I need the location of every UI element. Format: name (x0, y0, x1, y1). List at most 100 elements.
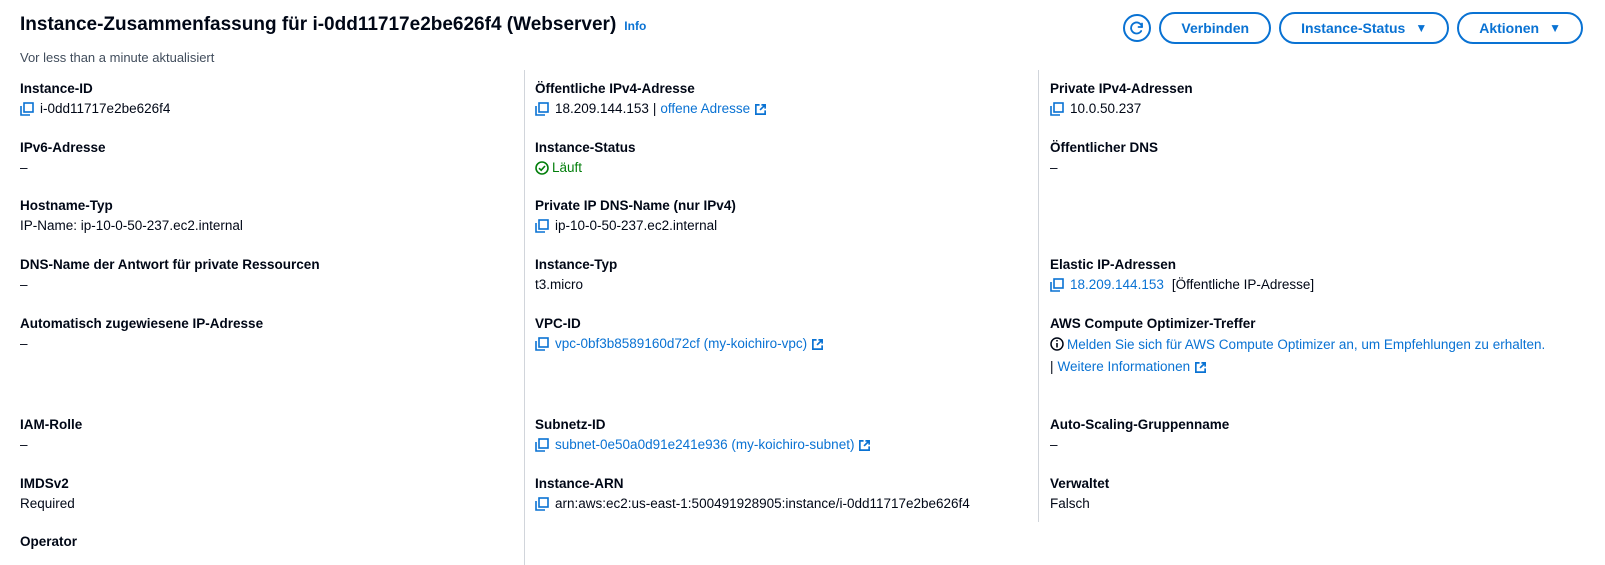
instance-summary-panel: Instance-Zusammenfassung für i-0dd11717e… (0, 0, 1605, 565)
field-label: IPv6-Adresse (20, 140, 106, 155)
field-value: 10.0.50.237 (1050, 100, 1193, 118)
info-circle-icon (1050, 337, 1064, 351)
field-asg: Auto-Scaling-Gruppenname – (1050, 416, 1229, 454)
copy-icon[interactable] (1050, 278, 1064, 292)
external-link-icon (812, 338, 824, 350)
copy-icon[interactable] (535, 438, 549, 452)
field-instance-id: Instance-ID i-0dd11717e2be626f4 (20, 80, 170, 118)
separator: | (1050, 359, 1054, 374)
private-dns-value: ip-10-0-50-237.ec2.internal (555, 218, 718, 233)
field-value: Required (20, 496, 75, 511)
field-value: Falsch (1050, 496, 1090, 511)
instance-id-value: i-0dd11717e2be626f4 (40, 101, 171, 116)
field-value: – (1050, 160, 1058, 175)
field-value: – (20, 277, 28, 292)
learn-more-link[interactable]: Weitere Informationen (1058, 358, 1191, 376)
copy-icon[interactable] (535, 219, 549, 233)
instance-state-dropdown[interactable]: Instance-Status ▼ (1279, 12, 1450, 44)
field-label: IMDSv2 (20, 476, 69, 491)
field-compute-optimizer: AWS Compute Optimizer-Treffer Melden Sie… (1050, 315, 1560, 376)
field-label: VPC-ID (535, 316, 581, 331)
field-arn: Instance-ARN arn:aws:ec2:us-east-1:50049… (535, 475, 970, 513)
refresh-icon (1130, 21, 1144, 35)
field-label: Private IP DNS-Name (nur IPv4) (535, 198, 736, 213)
subnet-link[interactable]: subnet-0e50a0d91e241e936 (my-koichiro-su… (555, 436, 854, 454)
field-instance-state: Instance-Status Läuft (535, 139, 636, 177)
actions-dropdown[interactable]: Aktionen ▼ (1457, 12, 1583, 44)
field-ipv6: IPv6-Adresse – (20, 139, 106, 177)
instance-state-value: Läuft (552, 160, 583, 175)
refresh-button[interactable] (1123, 14, 1152, 42)
field-label: Instance-Typ (535, 257, 618, 272)
field-value: 18.209.144.153 [Öffentliche IP-Adresse] (1050, 276, 1314, 294)
open-address-link[interactable]: offene Adresse (660, 100, 750, 118)
field-subnet: Subnetz-ID subnet-0e50a0d91e241e936 (my-… (535, 416, 871, 454)
copy-icon[interactable] (535, 497, 549, 511)
field-value: arn:aws:ec2:us-east-1:500491928905:insta… (535, 495, 970, 513)
field-public-ipv4: Öffentliche IPv4-Adresse 18.209.144.153 … (535, 80, 767, 118)
field-auto-ip: Automatisch zugewiesene IP-Adresse – (20, 315, 263, 353)
vpc-link[interactable]: vpc-0bf3b8589160d72cf (my-koichiro-vpc) (555, 335, 807, 353)
info-link[interactable]: Info (624, 19, 646, 33)
field-label: Elastic IP-Adressen (1050, 257, 1177, 272)
column-divider (524, 70, 525, 565)
copy-icon[interactable] (535, 102, 549, 116)
field-label: Operator (20, 534, 78, 549)
field-label: IAM-Rolle (20, 417, 83, 432)
public-ipv4-value: 18.209.144.153 (555, 101, 649, 116)
field-value: – (20, 437, 28, 452)
separator: | (652, 101, 657, 116)
copy-icon[interactable] (535, 337, 549, 351)
field-instance-type: Instance-Typ t3.micro (535, 256, 617, 294)
instance-state-label: Instance-Status (1301, 20, 1406, 36)
status-badge: Läuft (535, 159, 636, 177)
field-value: i-0dd11717e2be626f4 (20, 100, 170, 118)
check-circle-icon (535, 161, 549, 175)
field-value: t3.micro (535, 277, 584, 292)
column-divider (1038, 70, 1039, 522)
field-label: Auto-Scaling-Gruppenname (1050, 417, 1230, 432)
field-value: ip-10-0-50-237.ec2.internal (535, 217, 736, 235)
field-label: Verwaltet (1050, 476, 1110, 491)
field-operator: Operator (20, 533, 77, 551)
field-label: Hostname-Typ (20, 198, 113, 213)
field-value: vpc-0bf3b8589160d72cf (my-koichiro-vpc) (535, 335, 824, 353)
field-value: – (1050, 437, 1058, 452)
field-value: | Weitere Informationen (1050, 358, 1560, 376)
field-label: Öffentliche IPv4-Adresse (535, 81, 695, 96)
field-label: Instance-ARN (535, 476, 624, 491)
field-value: subnet-0e50a0d91e241e936 (my-koichiro-su… (535, 436, 871, 454)
field-managed: Verwaltet Falsch (1050, 475, 1109, 513)
field-label: Instance-ID (20, 81, 93, 96)
field-dns-answer: DNS-Name der Antwort für private Ressour… (20, 256, 320, 294)
optimizer-optin-text: Melden Sie sich für AWS Compute Optimize… (1067, 337, 1546, 352)
external-link-icon (755, 103, 767, 115)
title-row: Instance-Zusammenfassung für i-0dd11717e… (20, 14, 646, 36)
external-link-icon (859, 439, 871, 451)
field-label: Automatisch zugewiesene IP-Adresse (20, 316, 264, 331)
page-title: Instance-Zusammenfassung für i-0dd11717e… (20, 14, 617, 35)
field-label: Instance-Status (535, 140, 636, 155)
copy-icon[interactable] (1050, 102, 1064, 116)
optimizer-optin-link[interactable]: Melden Sie sich für AWS Compute Optimize… (1050, 335, 1560, 354)
arn-value: arn:aws:ec2:us-east-1:500491928905:insta… (555, 496, 970, 511)
field-hostname-type: Hostname-Typ IP-Name: ip-10-0-50-237.ec2… (20, 197, 243, 235)
field-value: – (20, 160, 28, 175)
header-actions: Verbinden Instance-Status ▼ Aktionen ▼ (1123, 12, 1583, 44)
caret-down-icon: ▼ (1415, 21, 1428, 35)
field-value: – (20, 336, 28, 351)
field-private-ipv4: Private IPv4-Adressen 10.0.50.237 (1050, 80, 1193, 118)
field-label: Öffentlicher DNS (1050, 140, 1159, 155)
field-label: AWS Compute Optimizer-Treffer (1050, 316, 1256, 331)
field-elastic-ip: Elastic IP-Adressen 18.209.144.153 [Öffe… (1050, 256, 1314, 294)
field-value: IP-Name: ip-10-0-50-237.ec2.internal (20, 218, 243, 233)
elastic-ip-type: [Öffentliche IP-Adresse] (1171, 277, 1315, 292)
connect-label: Verbinden (1181, 20, 1250, 36)
elastic-ip-link[interactable]: 18.209.144.153 (1070, 276, 1164, 294)
copy-icon[interactable] (20, 102, 34, 116)
external-link-icon (1195, 361, 1207, 373)
field-label: DNS-Name der Antwort für private Ressour… (20, 257, 320, 272)
private-ipv4-value: 10.0.50.237 (1070, 101, 1142, 116)
field-iam-role: IAM-Rolle – (20, 416, 82, 454)
connect-button[interactable]: Verbinden (1159, 12, 1272, 44)
